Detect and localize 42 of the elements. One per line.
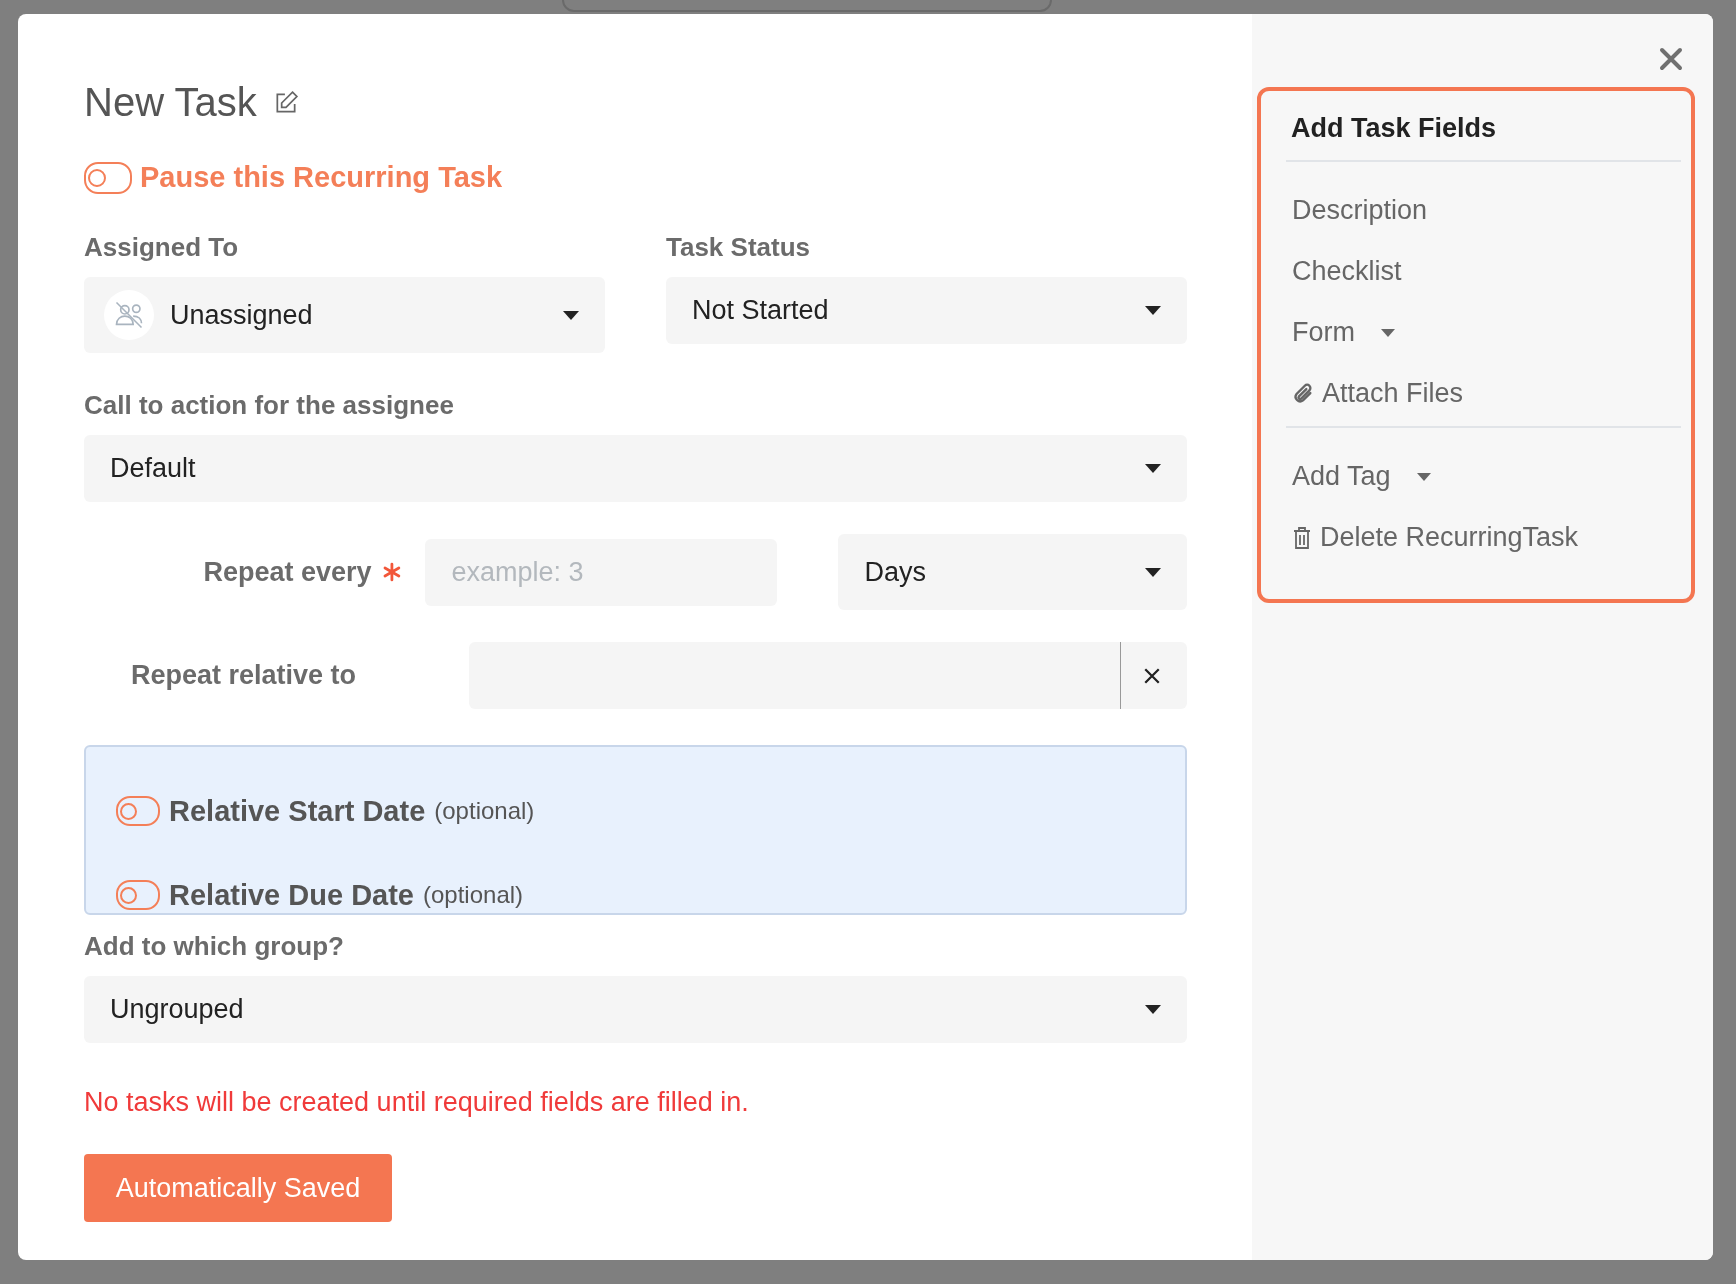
field-label: Repeat every (202, 556, 372, 588)
close-icon[interactable] (1659, 47, 1683, 71)
caret-icon (1416, 472, 1431, 481)
pause-label: Pause this Recurring Task (140, 161, 503, 194)
date-toggle-label: Relative Due Date (169, 878, 414, 912)
save-button[interactable]: Automatically Saved (84, 1154, 392, 1222)
caret-icon (1145, 306, 1161, 315)
toggle-switch[interactable] (116, 880, 160, 910)
caret-icon (1381, 328, 1395, 337)
caret-icon (1145, 1005, 1161, 1014)
field-label: Task Status (666, 232, 811, 263)
group-select[interactable]: Ungrouped (84, 976, 1187, 1043)
toggle-switch[interactable] (84, 161, 132, 194)
field-option[interactable]: Delete RecurringTask (1320, 522, 1579, 553)
toggle-switch[interactable] (116, 796, 160, 826)
field-label: Assigned To (84, 232, 240, 263)
field-option[interactable]: Form (1292, 317, 1355, 348)
panel-title: Add Task Fields (1286, 113, 1681, 162)
field-option[interactable]: Description (1292, 195, 1428, 226)
clear-icon[interactable] (1143, 666, 1161, 685)
caret-icon (1145, 567, 1161, 577)
action-select[interactable]: Default (84, 435, 1187, 502)
error-message: No tasks will be created until required fields are filled in. (84, 1087, 750, 1118)
dialog-title: New Task (84, 80, 257, 125)
status-select[interactable]: Not Started (666, 277, 1187, 344)
field-label: Call to action for the assignee (84, 390, 455, 421)
optional-note: (optional) (434, 797, 535, 825)
trash-icon (1292, 525, 1312, 550)
date-toggle-label: Relative Start Date (169, 794, 426, 828)
paperclip-icon (1292, 381, 1314, 406)
field-label: Add to which group? (84, 931, 345, 962)
field-label: Repeat relative to (130, 660, 358, 691)
field-option[interactable]: Add Tag (1292, 461, 1391, 492)
caret-icon (1145, 464, 1161, 473)
unit-select[interactable]: Days (838, 534, 1187, 610)
unassigned-icon (104, 290, 154, 340)
field-option[interactable]: Attach Files (1322, 378, 1464, 409)
number-field[interactable]: example: 3 (425, 538, 778, 606)
caret-icon (563, 310, 579, 320)
field-option[interactable]: Checklist (1292, 256, 1402, 287)
assignee-select[interactable]: Unassigned (84, 277, 605, 353)
optional-note: (optional) (423, 881, 524, 909)
